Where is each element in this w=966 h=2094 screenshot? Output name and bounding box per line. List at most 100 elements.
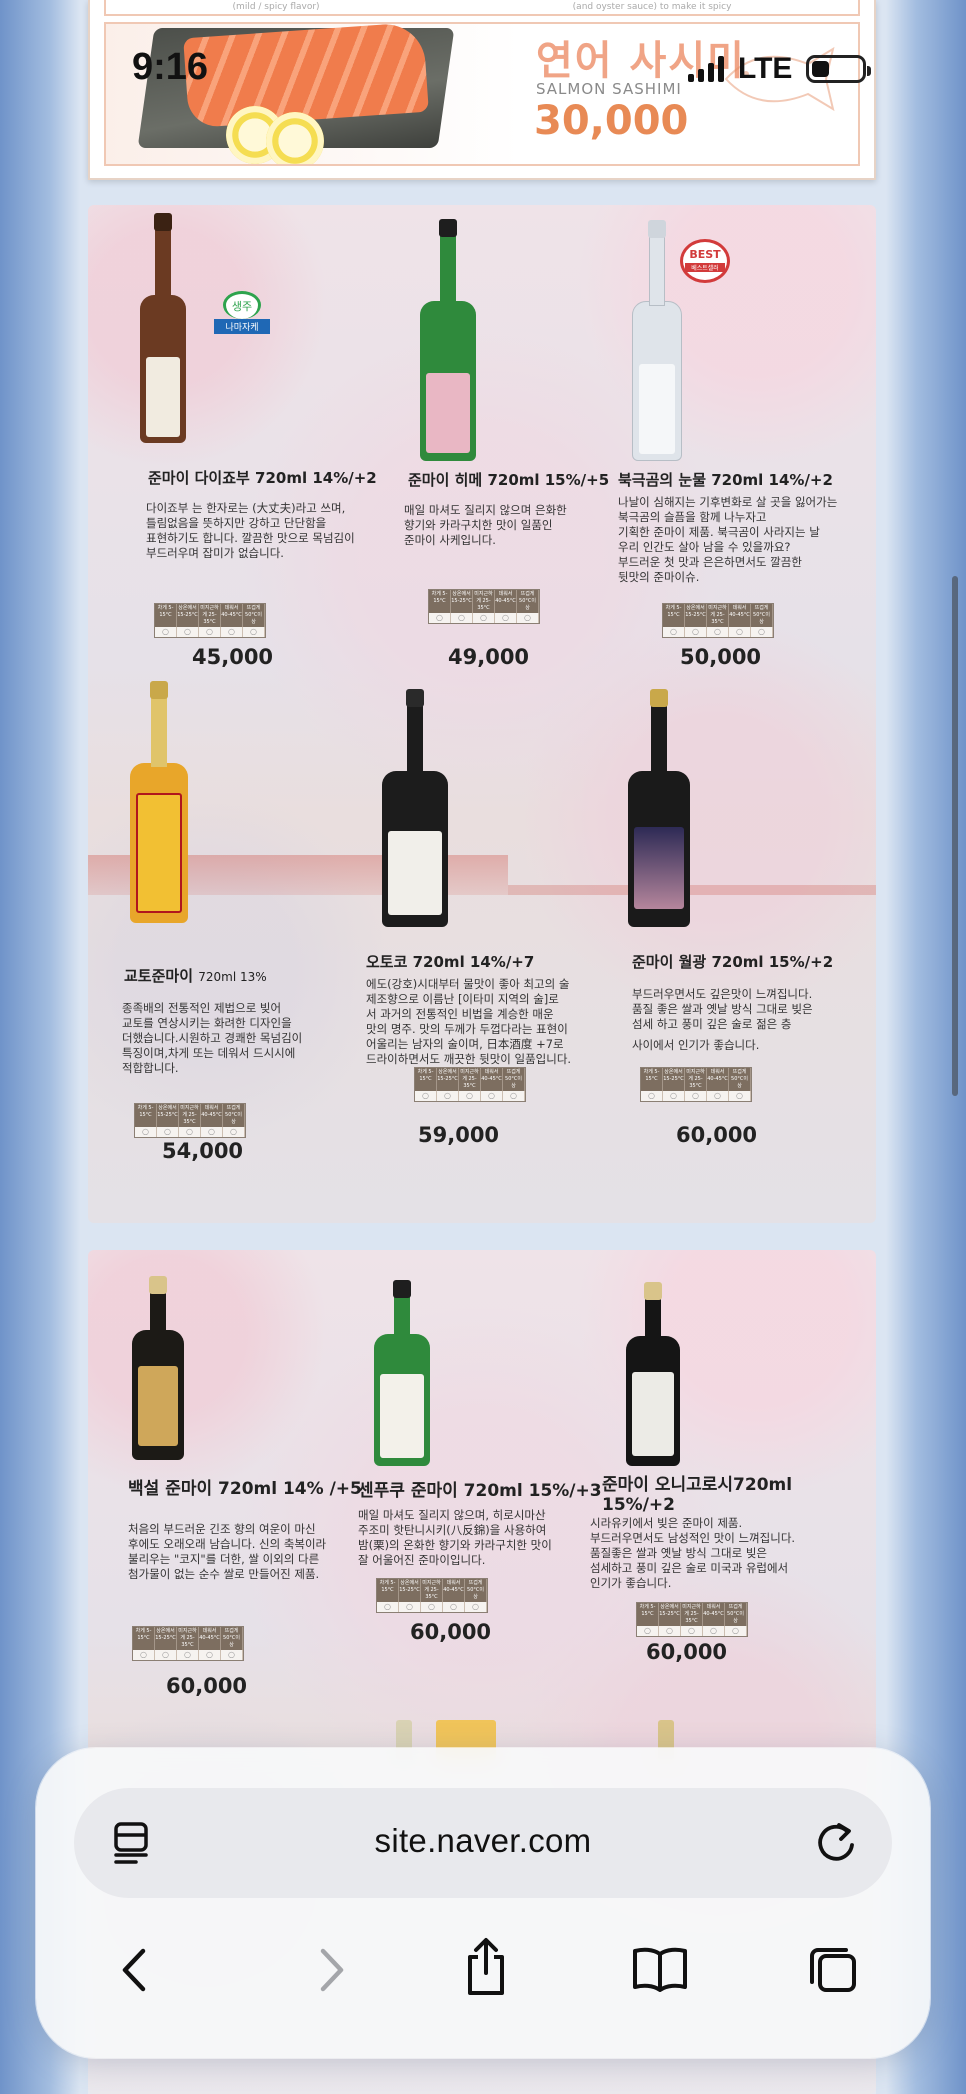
product-price: 49,000 bbox=[448, 645, 530, 669]
temperature-header: 뜨겁게 50°C이상 bbox=[221, 1627, 243, 1650]
temperature-header: 상온에서 15-25°C bbox=[437, 1068, 459, 1091]
temperature-cell: ○ bbox=[421, 1602, 443, 1612]
temperature-cell: ○ bbox=[641, 1091, 663, 1101]
temperature-cell: ○ bbox=[481, 1091, 503, 1101]
best-seller-badge: BEST 베스트셀러 bbox=[680, 239, 730, 283]
temperature-cell: ○ bbox=[199, 1650, 221, 1660]
share-icon[interactable] bbox=[458, 1934, 514, 2000]
product-description: 처음의 부드러운 긴조 향의 여운이 마신 후에도 오래오래 남습니다. 신의 축… bbox=[128, 1522, 327, 1581]
temperature-cell: ○ bbox=[751, 627, 773, 637]
temperature-cell: ○ bbox=[707, 1091, 729, 1101]
url-text[interactable]: site.naver.com bbox=[74, 1822, 892, 1860]
product-name-text: 교토준마이 bbox=[124, 967, 194, 985]
salmon-sashimi-banner: (mild / spicy flavor) (and oyster sauce)… bbox=[88, 0, 876, 180]
previous-item-note-right: (and oyster sauce) to make it spicy bbox=[572, 2, 732, 12]
temperature-header: 데워서 40-45°C bbox=[729, 604, 751, 627]
temperature-header: 미지근하게 25-35°C bbox=[421, 1579, 443, 1602]
product-description: 나날이 심해지는 기후변화로 살 곳을 잃어가는 북극곰의 슬픔을 함께 나누자고… bbox=[618, 495, 838, 584]
temperature-cell: ○ bbox=[177, 627, 199, 637]
temperature-cell: ○ bbox=[243, 627, 265, 637]
temperature-cell: ○ bbox=[399, 1602, 421, 1612]
temperature-header: 상온에서 15-25°C bbox=[685, 604, 707, 627]
product-price: 60,000 bbox=[166, 1674, 248, 1698]
temperature-header: 데워서 40-45°C bbox=[221, 604, 243, 627]
temperature-header: 미지근하게 25-35°C bbox=[199, 604, 221, 627]
temperature-header: 차게 5-15°C bbox=[429, 590, 451, 613]
product-name: 교토준마이 720ml 13% bbox=[124, 965, 267, 986]
temperature-header: 상온에서 15-25°C bbox=[451, 590, 473, 613]
temperature-header: 상온에서 15-25°C bbox=[157, 1104, 179, 1127]
sake-menu-panel-1: 생주 나마자케 준마이 다이죠부 720ml 14%/+2 다이죠부 는 한자로… bbox=[88, 205, 876, 1223]
product-price: 60,000 bbox=[410, 1620, 492, 1644]
best-badge-ribbon: 베스트셀러 bbox=[685, 263, 725, 272]
status-indicators: LTE bbox=[688, 52, 872, 86]
product-description: 매일 마셔도 질리지 않으며 은화한 향기와 카라구치한 맛이 일품인 준마이 사케… bbox=[404, 503, 567, 547]
back-icon[interactable] bbox=[110, 1944, 158, 1996]
product-name: 백설 준마이 720ml 14% /+5 bbox=[128, 1479, 362, 1499]
temperature-header: 차게 5-15°C bbox=[377, 1579, 399, 1602]
temperature-cell: ○ bbox=[415, 1091, 437, 1101]
temperature-header: 데워서 40-45°C bbox=[495, 590, 517, 613]
temperature-header: 데워서 40-45°C bbox=[481, 1068, 503, 1091]
temperature-header: 뜨겁게 50°C이상 bbox=[503, 1068, 525, 1091]
temperature-header: 차게 5-15°C bbox=[637, 1603, 659, 1626]
temperature-header: 차게 5-15°C bbox=[663, 604, 685, 627]
temperature-header: 상온에서 15-25°C bbox=[155, 1627, 177, 1650]
forward-icon[interactable] bbox=[308, 1944, 356, 1996]
temperature-cell: ○ bbox=[443, 1602, 465, 1612]
temperature-cell: ○ bbox=[221, 1650, 243, 1660]
reload-icon[interactable] bbox=[814, 1820, 860, 1866]
lemon-slice-image bbox=[266, 112, 324, 164]
temperature-header: 데워서 40-45°C bbox=[443, 1579, 465, 1602]
temperature-cell: ○ bbox=[135, 1127, 157, 1137]
product-name: 북극곰의 눈물 720ml 14%/+2 bbox=[618, 471, 833, 489]
temperature-cell: ○ bbox=[681, 1626, 703, 1636]
temperature-header: 뜨겁게 50°C이상 bbox=[243, 604, 265, 627]
temperature-cell: ○ bbox=[157, 1127, 179, 1137]
sake-bottle-image bbox=[130, 681, 188, 923]
temperature-header: 차게 5-15°C bbox=[415, 1068, 437, 1091]
product-description: 다이죠부 는 한자로는 (大丈夫)라고 쓰며, 틀림없음을 뜻하지만 강하고 단단… bbox=[146, 501, 355, 560]
temperature-cell: ○ bbox=[221, 627, 243, 637]
sake-bottle-image bbox=[632, 220, 682, 461]
product-name: 준마이 다이죠부 720ml 14%/+2 bbox=[148, 469, 377, 487]
network-type: LTE bbox=[738, 52, 793, 85]
bookmarks-icon[interactable] bbox=[630, 1944, 690, 1994]
product-price: 45,000 bbox=[192, 645, 274, 669]
temperature-cell: ○ bbox=[703, 1626, 725, 1636]
temperature-cell: ○ bbox=[451, 613, 473, 623]
temperature-cell: ○ bbox=[637, 1626, 659, 1636]
product-name: 오토코 720ml 14%/+7 bbox=[366, 953, 535, 971]
product-name: 준마이 월광 720ml 15%/+2 bbox=[632, 953, 834, 971]
temperature-cell: ○ bbox=[133, 1650, 155, 1660]
temperature-header: 미지근하게 25-35°C bbox=[681, 1603, 703, 1626]
product-description: 에도(강호)시대부터 물맛이 좋아 최고의 술 제조향으로 이름난 [이타미 지역… bbox=[366, 977, 572, 1066]
sake-bottle-image bbox=[420, 219, 476, 461]
product-price: 50,000 bbox=[680, 645, 762, 669]
temperature-cell: ○ bbox=[459, 1091, 481, 1101]
tabs-icon[interactable] bbox=[806, 1942, 860, 1996]
product-description: 부드러우면서도 깊은맛이 느껴집니다. 품질 좋은 쌀과 옛날 방식 그대로 빚은… bbox=[632, 987, 813, 1052]
temperature-cell: ○ bbox=[495, 613, 517, 623]
product-volume: 720ml 13% bbox=[198, 970, 267, 984]
temperature-header: 차게 5-15°C bbox=[641, 1068, 663, 1091]
temperature-header: 데워서 40-45°C bbox=[201, 1104, 223, 1127]
temperature-header: 상온에서 15-25°C bbox=[659, 1603, 681, 1626]
temperature-header: 상온에서 15-25°C bbox=[663, 1068, 685, 1091]
status-time: 9:16 bbox=[132, 46, 209, 88]
address-bar[interactable]: site.naver.com bbox=[74, 1788, 892, 1898]
scrollbar-thumb[interactable] bbox=[952, 576, 958, 1096]
sake-bottle-image bbox=[628, 689, 690, 927]
temperature-cell: ○ bbox=[177, 1650, 199, 1660]
temperature-cell: ○ bbox=[465, 1602, 487, 1612]
temperature-cell: ○ bbox=[725, 1626, 747, 1636]
product-price: 60,000 bbox=[676, 1123, 758, 1147]
temperature-cell: ○ bbox=[155, 1650, 177, 1660]
previous-item-strip: (mild / spicy flavor) (and oyster sauce)… bbox=[104, 0, 860, 16]
product-description: 시라유키에서 빚은 준마이 제품. 부드러우면서도 남성적인 맛이 느껴집니다. 품… bbox=[590, 1516, 796, 1590]
temperature-cell: ○ bbox=[517, 613, 539, 623]
temperature-cell: ○ bbox=[199, 627, 221, 637]
product-price: 60,000 bbox=[646, 1640, 728, 1664]
temperature-cell: ○ bbox=[685, 1091, 707, 1101]
content-below-fold bbox=[88, 2058, 876, 2094]
